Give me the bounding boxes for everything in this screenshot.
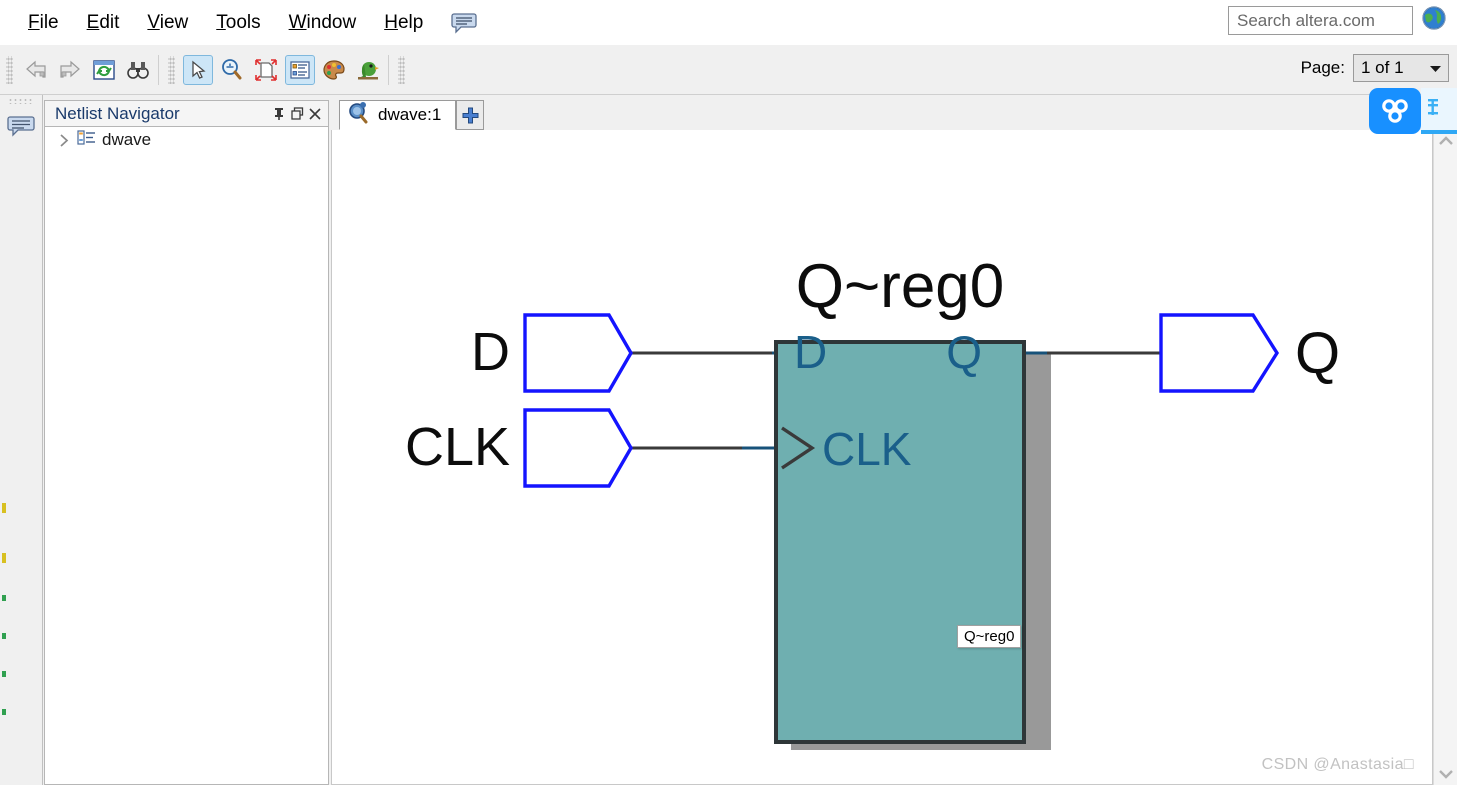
parrot-icon[interactable] — [353, 55, 383, 85]
rail-mark — [2, 633, 6, 639]
fit-page-icon[interactable] — [251, 55, 281, 85]
back-button[interactable] — [21, 55, 51, 85]
output-pin-q — [1159, 313, 1280, 393]
hierarchy-icon — [77, 129, 96, 151]
properties-tool[interactable] — [285, 54, 315, 85]
select-tool[interactable] — [183, 54, 213, 85]
rail-mark — [2, 709, 6, 715]
netlist-navigator-tree: dwave — [44, 127, 329, 785]
menu-item-help[interactable]: Help — [370, 8, 437, 38]
menu-items: File Edit View Tools Window Help — [0, 8, 477, 38]
menu-item-edit[interactable]: Edit — [73, 8, 134, 38]
chevron-right-icon[interactable] — [57, 133, 71, 147]
search-input[interactable] — [1228, 6, 1413, 35]
output-pin-q-label: Q — [1295, 321, 1340, 386]
search-area — [1228, 5, 1447, 36]
menu-item-file-label: ile — [39, 11, 59, 33]
tab-label: dwave:1 — [378, 105, 442, 124]
schematic-viewer-icon — [347, 101, 371, 129]
restore-button[interactable] — [289, 105, 305, 123]
zoom-tool[interactable] — [217, 55, 247, 85]
floating-panel-accent-bar — [1421, 130, 1457, 134]
rail-status-marks — [0, 95, 42, 785]
palette-icon[interactable] — [319, 55, 349, 85]
menu-item-view[interactable]: View — [133, 8, 202, 38]
globe-icon[interactable] — [1421, 5, 1447, 36]
chevron-down-icon — [1430, 58, 1441, 78]
menu-item-edit-label: dit — [99, 11, 120, 33]
tree-item-label: dwave — [102, 130, 152, 149]
page-label: Page: — [1300, 58, 1345, 77]
netlist-navigator-titlebar: Netlist Navigator — [44, 100, 329, 127]
close-button[interactable] — [307, 105, 323, 123]
page-select-value: 1 of 1 — [1361, 58, 1404, 77]
toolbar-grip-2[interactable] — [168, 55, 175, 84]
toolbar-grip[interactable] — [6, 55, 13, 84]
menu-bar: File Edit View Tools Window Help — [0, 0, 1457, 45]
port-label-clk: CLK — [822, 423, 912, 475]
menu-item-tools[interactable]: Tools — [202, 8, 274, 38]
rail-mark — [2, 595, 6, 601]
application-window: File Edit View Tools Window Help Search … — [0, 0, 1457, 785]
tab-dwave-1[interactable]: dwave:1 — [339, 100, 457, 130]
schematic-editor: dwave:1 Q~reg0 D CLK Q D CLK Q Q~reg0 CS… — [331, 98, 1457, 785]
schematic-drawing: Q~reg0 D CLK Q D CLK Q — [405, 252, 1340, 750]
menu-item-help-label: elp — [397, 11, 424, 33]
input-pin-clk-label: CLK — [405, 417, 510, 477]
netlist-navigator-title: Netlist Navigator — [55, 103, 180, 123]
tree-item-dwave[interactable]: dwave — [45, 127, 328, 153]
page-controls: Page: 1 of 1 — [1301, 54, 1449, 82]
page-select[interactable]: 1 of 1 — [1353, 54, 1449, 82]
three-circles-icon — [1382, 99, 1408, 123]
register-tooltip: Q~reg0 — [957, 625, 1022, 648]
port-label-q: Q — [946, 326, 982, 378]
input-pin-d — [523, 313, 633, 393]
speech-bubble-icon[interactable] — [451, 12, 477, 34]
register-block-title: Q~reg0 — [796, 252, 1005, 321]
left-icon-rail — [0, 95, 43, 785]
menu-item-file[interactable]: File — [14, 8, 73, 38]
rail-mark — [2, 671, 6, 677]
netlist-navigator-panel: Netlist Navigator dwave — [44, 100, 329, 785]
menu-item-window[interactable]: Window — [275, 8, 371, 38]
binoculars-icon[interactable] — [123, 55, 153, 85]
menu-item-window-label: indow — [306, 11, 357, 33]
toolbar: Page: 1 of 1 — [0, 45, 1457, 95]
pin-button[interactable] — [271, 105, 287, 123]
editor-tabstrip: dwave:1 — [331, 98, 1457, 130]
input-pin-clk — [523, 408, 633, 488]
cloud-assistant-widget[interactable] — [1369, 88, 1421, 134]
scroll-down-button[interactable] — [1434, 763, 1457, 785]
toolbar-separator-2 — [388, 54, 389, 85]
schematic-canvas[interactable]: Q~reg0 D CLK Q D CLK Q Q~reg0 CSDN @Anas… — [331, 130, 1433, 785]
watermark: CSDN @Anastasia□ — [1261, 756, 1414, 773]
canvas-vertical-scrollbar[interactable] — [1433, 130, 1457, 785]
port-label-d: D — [794, 326, 827, 378]
toolbar-separator — [158, 54, 159, 85]
menu-item-view-label: iew — [159, 11, 189, 33]
rail-mark — [2, 503, 6, 513]
menu-item-tools-label: ools — [225, 11, 261, 33]
add-tab-button[interactable] — [456, 100, 485, 130]
forward-button[interactable] — [55, 55, 85, 85]
rail-mark — [2, 553, 6, 563]
register-block — [774, 340, 1026, 744]
refresh-button[interactable] — [89, 55, 119, 85]
floating-side-panel[interactable] — [1421, 88, 1457, 132]
input-pin-d-label: D — [471, 322, 510, 382]
toolbar-grip-3[interactable] — [398, 55, 405, 84]
floating-panel-glyph — [1428, 99, 1438, 115]
